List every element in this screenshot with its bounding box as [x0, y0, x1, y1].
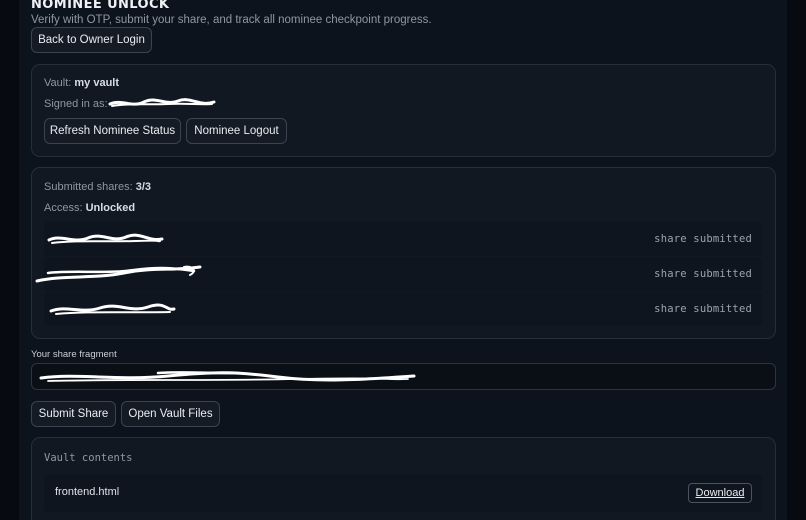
file-row: frontend.html Download — [44, 474, 762, 512]
access-value: Unlocked — [85, 202, 136, 214]
access-line: Access: Unlocked — [44, 202, 135, 214]
vault-line: Vault: my vault — [44, 77, 119, 89]
download-button[interactable]: Download — [688, 483, 752, 503]
redacted-nominee-scribble — [49, 303, 176, 315]
share-status: share submitted — [654, 303, 752, 315]
submitted-shares-value: 3/3 — [135, 181, 152, 193]
nominee-logout-button[interactable]: Nominee Logout — [186, 118, 287, 144]
submitted-shares-line: Submitted shares: 3/3 — [44, 181, 151, 193]
status-card: Submitted shares: 3/3 Access: Unlocked s… — [31, 167, 776, 339]
access-label: Access: — [44, 202, 83, 214]
redacted-fragment-scribble — [39, 371, 416, 382]
vault-label: Vault: — [44, 77, 72, 89]
redacted-nominee-scribble — [47, 233, 164, 244]
share-fragment-label: Your share fragment — [31, 349, 117, 360]
file-name: frontend.html — [55, 486, 120, 498]
open-vault-files-button[interactable]: Open Vault Files — [121, 401, 220, 427]
redacted-nominee-scribble — [35, 265, 202, 283]
vault-contents-card: Vault contents frontend.html Download — [31, 437, 776, 520]
page-subtitle: Verify with OTP, submit your share, and … — [31, 14, 432, 26]
vault-name: my vault — [74, 77, 120, 89]
signed-in-label: Signed in as: — [44, 98, 108, 110]
vault-contents-title: Vault contents — [44, 452, 133, 464]
share-row: share submitted — [35, 257, 762, 291]
share-row: share submitted — [44, 292, 762, 326]
signed-in-line: Signed in as: — [44, 98, 108, 110]
share-fragment-input[interactable] — [31, 363, 776, 390]
back-to-owner-login-button[interactable]: Back to Owner Login — [31, 27, 152, 53]
refresh-nominee-status-button[interactable]: Refresh Nominee Status — [44, 118, 181, 144]
session-card: Vault: my vault Signed in as: Refresh No… — [31, 64, 776, 157]
share-status: share submitted — [654, 233, 752, 245]
submitted-shares-label: Submitted shares: — [44, 181, 133, 193]
share-status: share submitted — [654, 268, 752, 280]
left-gutter — [0, 0, 19, 520]
submit-share-button[interactable]: Submit Share — [31, 401, 116, 427]
share-row: share submitted — [44, 222, 762, 256]
redacted-email-scribble — [108, 98, 216, 107]
right-gutter — [787, 0, 806, 520]
page-title: NOMINEE UNLOCK — [31, 0, 170, 12]
